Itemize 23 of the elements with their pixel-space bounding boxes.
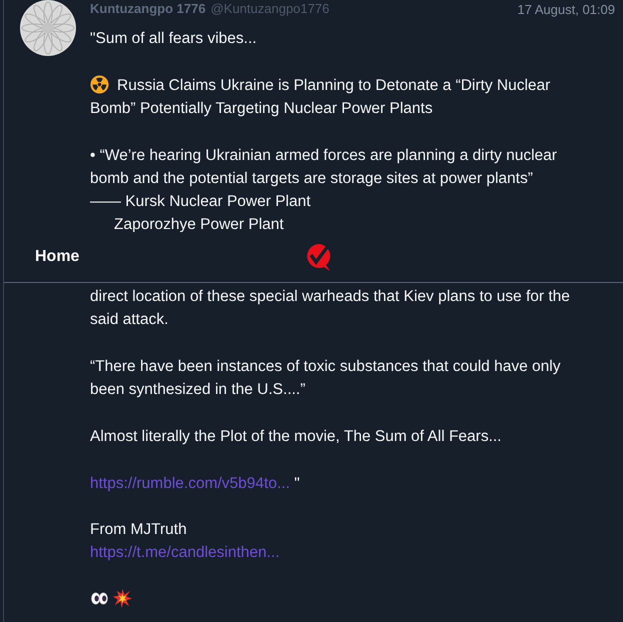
post-text: “There have been instances of toxic substances that could have only [90,358,560,375]
post-text: said attack. [90,311,168,328]
avatar[interactable] [20,0,76,56]
post-text: bomb and the potential targets are storage sites at power plants” [90,170,533,187]
post-text: Almost literally the Plot of the movie, The Sum of All Fears... [90,428,502,445]
post-text: direct location of these special warheads that Kiev plans to use for the [90,288,570,305]
post-text: • “We’re hearing Ukrainian armed forces are planning a dirty nuclear [90,146,557,164]
post-text: Zaporozhye Power Plant [114,216,284,232]
post-text: Bomb” Potentially Targeting Nuclear Power Plants [90,100,433,117]
post-link[interactable]: https://t.me/candlesinthen... [90,544,280,562]
post-time: 17 August, 01:09 [517,2,615,16]
post-text: been synthesized in the U.S....” [90,381,306,398]
quote-mark: " [294,474,300,492]
author-name[interactable]: Kuntuzangpo 1776 [90,1,206,16]
post-text: —— Kursk Nuclear Power Plant [90,193,311,210]
post-text: "Sum of all fears vibes... [90,30,257,47]
explosion-icon [113,589,132,608]
post-text: Russia Claims Ukraine is Planning to Detonate a “Dirty Nuclear [117,76,550,94]
radiation-icon [90,74,109,94]
post-link[interactable]: https://rumble.com/v5b94to... [90,474,290,492]
author-handle[interactable]: @Kuntuzangpo1776 [210,1,330,16]
post-text: From MJTruth [90,521,187,538]
nav-title[interactable]: Home [35,248,80,266]
